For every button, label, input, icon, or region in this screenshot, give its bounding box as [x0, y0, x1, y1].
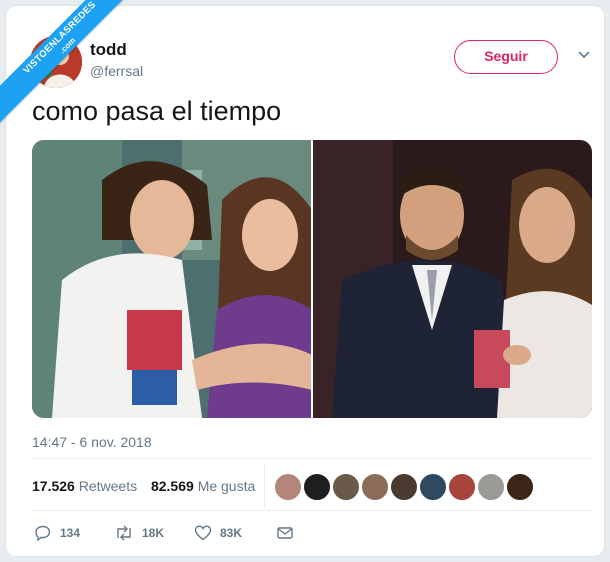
divider-top — [32, 458, 592, 459]
reply-button[interactable]: 134 — [34, 522, 80, 544]
stats-separator — [264, 464, 265, 508]
retweets-label[interactable]: Retweets — [79, 478, 137, 494]
retweets-count[interactable]: 17.526 — [32, 478, 75, 494]
liker-avatar[interactable] — [390, 473, 418, 501]
retweet-button[interactable]: 18K — [114, 522, 164, 544]
chevron-down-icon[interactable] — [576, 46, 592, 62]
liker-avatar[interactable] — [361, 473, 389, 501]
liker-avatar[interactable] — [274, 473, 302, 501]
tweet-timestamp[interactable]: 14:47 - 6 nov. 2018 — [32, 434, 152, 450]
heart-icon — [194, 525, 212, 541]
reply-count: 134 — [60, 526, 81, 540]
envelope-icon — [277, 527, 293, 539]
direct-message-button[interactable] — [276, 522, 302, 544]
follow-button[interactable]: Seguir — [454, 40, 558, 74]
author-name[interactable]: todd — [90, 40, 127, 60]
reply-icon — [35, 525, 51, 542]
liker-avatar[interactable] — [448, 473, 476, 501]
liker-avatar[interactable] — [303, 473, 331, 501]
tweet-card: VISTOENLASREDES .com todd @ferrsal Segui… — [0, 0, 604, 556]
liker-avatar[interactable] — [506, 473, 534, 501]
liker-avatar[interactable] — [332, 473, 360, 501]
divider-bottom — [32, 510, 592, 511]
liker-avatar[interactable] — [477, 473, 505, 501]
like-count: 83K — [220, 526, 243, 540]
engagement-stats: 17.526 Retweets 82.569 Me gusta — [32, 478, 255, 494]
author-handle[interactable]: @ferrsal — [90, 63, 143, 79]
like-button[interactable]: 83K — [194, 522, 242, 544]
retweet-count: 18K — [142, 526, 165, 540]
tweet-photo[interactable] — [32, 140, 592, 418]
likes-label[interactable]: Me gusta — [198, 478, 256, 494]
liker-avatar[interactable] — [419, 473, 447, 501]
retweet-icon — [117, 525, 131, 541]
tweet-text: como pasa el tiempo — [32, 96, 282, 126]
likes-count[interactable]: 82.569 — [151, 478, 194, 494]
